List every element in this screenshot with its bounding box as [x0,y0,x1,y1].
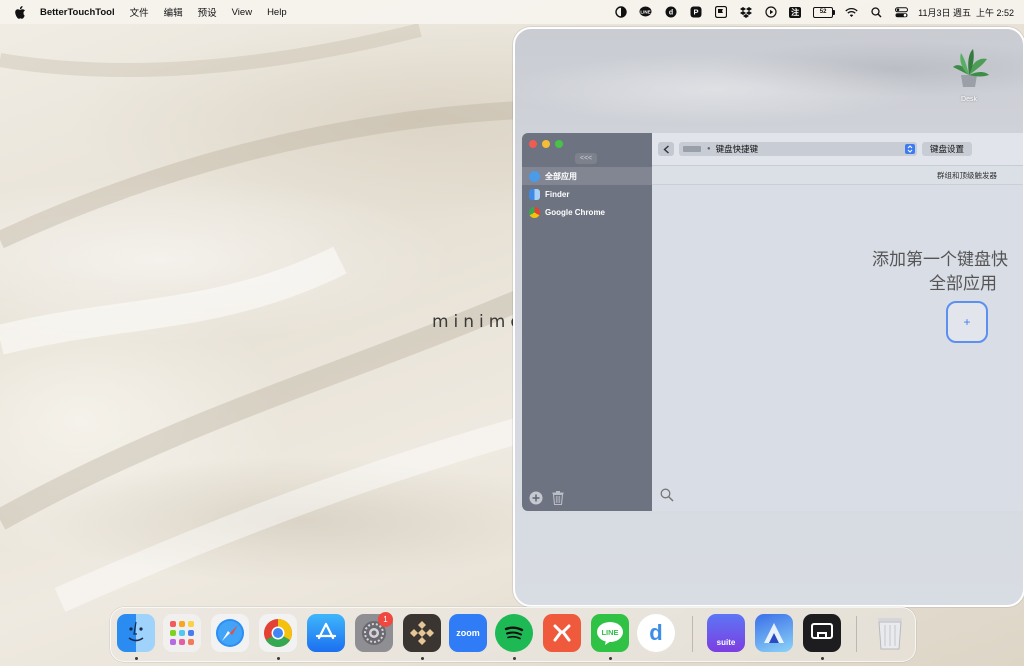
line-label: LINE [601,628,618,637]
keyboard-icon [683,146,701,152]
group-triggers-label[interactable]: 群组和顶级触发器 [937,170,997,181]
control-center-icon[interactable] [895,6,909,19]
dock-finder-icon[interactable] [117,614,155,652]
desk-folder-icon[interactable]: Desk [947,45,991,103]
dock-mango-icon[interactable] [543,614,581,652]
dock-suite-icon[interactable]: suite [707,614,745,652]
input-method-indicator[interactable]: 注 [789,6,802,18]
trigger-subbar: 群组和顶级触发器 [652,166,1023,185]
chevron-left-icon [662,144,669,154]
running-indicator [135,657,138,660]
dock-separator [692,616,693,652]
menu-help[interactable]: Help [267,7,287,18]
trigger-type-label: 键盘快捷键 [715,144,759,154]
add-app-icon[interactable] [529,491,543,505]
spotlight-search-icon[interactable] [870,6,883,19]
updown-chevron-icon [905,144,915,154]
app-row-label: Finder [545,189,570,199]
dock: zoom LINE d suite [110,607,916,662]
dock-display-app-icon[interactable] [803,614,841,652]
svg-text:d: d [668,10,672,17]
battery-indicator[interactable]: 52 [813,6,836,18]
menu-presets[interactable]: 预设 [198,5,217,19]
menu-file[interactable]: 文件 [130,5,149,19]
bullet-icon: ● [707,146,711,152]
dock-line-icon[interactable]: LINE [591,614,629,652]
app-row-google-chrome[interactable]: Google Chrome [522,203,652,221]
svg-text:P: P [693,8,698,17]
flag-icon[interactable] [714,6,727,19]
dropbox-icon[interactable] [739,6,752,19]
suite-label: suite [716,637,736,647]
notification-badge: 1 [378,612,393,627]
dock-bettertouchtool-icon[interactable] [403,614,441,652]
menubar-date[interactable]: 11月3日 週五 [918,6,971,19]
empty-state-title: 添加第一个键盘快 [872,250,1008,269]
sidebar-bottom-bar [529,491,573,505]
dock-zoom-icon[interactable]: zoom [449,614,487,652]
running-indicator [277,657,280,660]
dock-spotify-icon[interactable] [495,614,533,652]
app-row-label: 全部应用 [545,171,577,181]
dock-d-app-icon[interactable]: d [637,614,675,652]
contrast-icon[interactable] [614,6,627,19]
chrome-icon [529,206,540,218]
dock-artstudio-icon[interactable] [755,614,793,652]
running-indicator [609,657,612,660]
menu-edit[interactable]: 编辑 [164,5,183,19]
zoom-label: zoom [456,628,480,638]
zoom-window-button[interactable] [555,140,563,148]
main-toolbar: ● 键盘快捷键 键盘设置 [652,133,1023,166]
close-window-button[interactable] [529,140,537,148]
globe-icon [529,170,540,182]
trash-icon[interactable] [551,491,565,505]
screenshot-preview-overlay[interactable]: Desk <<< 全部应用 Finder Google Chrome ● 键盘快… [513,27,1024,607]
dock-trash-icon[interactable] [871,614,909,652]
line-icon[interactable]: LINE [639,6,652,19]
menu-bar: BetterTouchTool 文件 编辑 预设 View Help LINE … [0,0,1024,24]
wallpaper-brand-text: minimo [432,312,526,332]
dock-app-store-icon[interactable] [307,614,345,652]
minimize-window-button[interactable] [542,140,550,148]
apple-menu-icon[interactable] [13,5,27,19]
wifi-icon[interactable] [845,6,858,19]
dock-separator [856,616,857,652]
app-sidebar: <<< 全部应用 Finder Google Chrome [522,133,652,511]
trigger-main-panel: ● 键盘快捷键 键盘设置 群组和顶级触发器 添加第一个键盘快 全部应用 + [652,133,1023,511]
p-app-icon[interactable]: P [689,6,702,19]
app-row-label: Google Chrome [545,207,606,217]
dock-chrome-icon[interactable] [259,614,297,652]
running-indicator [821,657,824,660]
d-label: d [649,620,663,645]
add-trigger-button[interactable]: + [946,301,988,343]
keyboard-settings-button[interactable]: 键盘设置 [922,142,972,156]
svg-text:LINE: LINE [640,9,650,14]
finder-icon [529,188,540,200]
plant-icon [953,49,989,87]
trigger-type-dropdown[interactable]: ● 键盘快捷键 [679,142,917,156]
menubar-time[interactable]: 上午 2:52 [976,6,1014,19]
d-app-icon[interactable]: d [664,6,677,19]
search-icon[interactable] [660,488,674,502]
dock-safari-icon[interactable] [211,614,249,652]
dock-launchpad-icon[interactable] [163,614,201,652]
menu-app-name[interactable]: BetterTouchTool [40,7,115,18]
app-row-finder[interactable]: Finder [522,185,652,203]
menu-view[interactable]: View [232,7,252,18]
back-button[interactable] [658,142,674,156]
desk-folder-label: Desk [961,96,977,103]
app-list: 全部应用 Finder Google Chrome [522,167,652,221]
app-row-all-apps[interactable]: 全部应用 [522,167,652,185]
empty-state-subtitle: 全部应用 [929,274,997,293]
running-indicator [513,657,516,660]
collapse-sidebar-button[interactable]: <<< [575,153,597,164]
running-indicator [421,657,424,660]
bettertouchtool-window: <<< 全部应用 Finder Google Chrome ● 键盘快捷键 键盘… [522,133,1023,511]
play-icon[interactable] [764,6,777,19]
